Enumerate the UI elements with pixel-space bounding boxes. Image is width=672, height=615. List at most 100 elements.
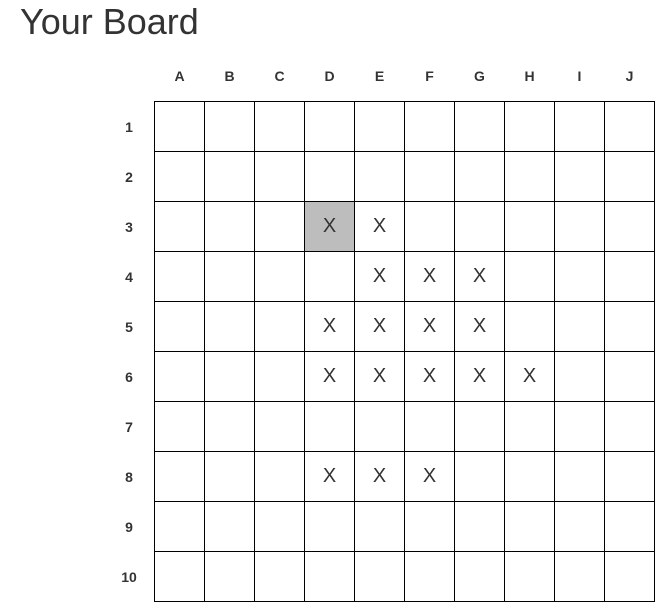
board-cell-c1[interactable] [254, 101, 305, 152]
board-cell-d1[interactable] [304, 101, 355, 152]
board-cell-c3[interactable] [254, 201, 305, 252]
board-cell-d6[interactable]: X [304, 351, 355, 402]
board-cell-a9[interactable] [154, 501, 205, 552]
board-cell-f9[interactable] [404, 501, 455, 552]
board-cell-b10[interactable] [204, 551, 255, 602]
board-cell-i8[interactable] [554, 451, 605, 502]
board-cell-i6[interactable] [554, 351, 605, 402]
board-cell-i1[interactable] [554, 101, 605, 152]
board-cell-j4[interactable] [604, 251, 655, 302]
board-cell-i2[interactable] [554, 151, 605, 202]
board-cell-f4[interactable]: X [404, 251, 455, 302]
board-cell-f7[interactable] [404, 401, 455, 452]
board-cell-i7[interactable] [554, 401, 605, 452]
board-cell-d8[interactable]: X [304, 451, 355, 502]
board-cell-g1[interactable] [454, 101, 505, 152]
board-cell-j5[interactable] [604, 301, 655, 352]
board-cell-b8[interactable] [204, 451, 255, 502]
board-cell-b6[interactable] [204, 351, 255, 402]
board-cell-c2[interactable] [254, 151, 305, 202]
board-cell-a3[interactable] [154, 201, 205, 252]
board-cell-g10[interactable] [454, 551, 505, 602]
board-cell-d10[interactable] [304, 551, 355, 602]
board-cell-f6[interactable]: X [404, 351, 455, 402]
board-cell-d3[interactable]: X [304, 201, 355, 252]
board-cell-i9[interactable] [554, 501, 605, 552]
board-cell-d7[interactable] [304, 401, 355, 452]
board-cell-h8[interactable] [504, 451, 555, 502]
board-cell-f2[interactable] [404, 151, 455, 202]
board-cell-j9[interactable] [604, 501, 655, 552]
board-cell-d9[interactable] [304, 501, 355, 552]
board-cell-c9[interactable] [254, 501, 305, 552]
board-cell-e7[interactable] [354, 401, 405, 452]
board-cell-g5[interactable]: X [454, 301, 505, 352]
board-cell-f8[interactable]: X [404, 451, 455, 502]
board-cell-e6[interactable]: X [354, 351, 405, 402]
board-cell-c6[interactable] [254, 351, 305, 402]
board-cell-g8[interactable] [454, 451, 505, 502]
board-cell-i4[interactable] [554, 251, 605, 302]
board-cell-f5[interactable]: X [404, 301, 455, 352]
board-cell-a6[interactable] [154, 351, 205, 402]
board-cell-h3[interactable] [504, 201, 555, 252]
board-cell-a8[interactable] [154, 451, 205, 502]
board-cell-h4[interactable] [504, 251, 555, 302]
board-cell-g4[interactable]: X [454, 251, 505, 302]
board-cell-b5[interactable] [204, 301, 255, 352]
board-cell-b1[interactable] [204, 101, 255, 152]
board-cell-g6[interactable]: X [454, 351, 505, 402]
board-cell-j10[interactable] [604, 551, 655, 602]
board-cell-j6[interactable] [604, 351, 655, 402]
board-cell-f10[interactable] [404, 551, 455, 602]
board-cell-e8[interactable]: X [354, 451, 405, 502]
board-cell-h2[interactable] [504, 151, 555, 202]
board-cell-h5[interactable] [504, 301, 555, 352]
board-cell-j3[interactable] [604, 201, 655, 252]
board-cell-h7[interactable] [504, 401, 555, 452]
board-cell-c4[interactable] [254, 251, 305, 302]
board-cell-f3[interactable] [404, 201, 455, 252]
board-cell-e9[interactable] [354, 501, 405, 552]
board-cell-g2[interactable] [454, 151, 505, 202]
board-cell-i3[interactable] [554, 201, 605, 252]
board-cell-d2[interactable] [304, 151, 355, 202]
board-cell-c8[interactable] [254, 451, 305, 502]
board-cell-b2[interactable] [204, 151, 255, 202]
board-cell-b9[interactable] [204, 501, 255, 552]
board-cell-g7[interactable] [454, 401, 505, 452]
board-cell-h1[interactable] [504, 101, 555, 152]
board-cell-a5[interactable] [154, 301, 205, 352]
board-cell-c10[interactable] [254, 551, 305, 602]
board-cell-d4[interactable] [304, 251, 355, 302]
board-cell-c7[interactable] [254, 401, 305, 452]
board-cell-g9[interactable] [454, 501, 505, 552]
board-cell-b4[interactable] [204, 251, 255, 302]
board-cell-b3[interactable] [204, 201, 255, 252]
board-cell-h9[interactable] [504, 501, 555, 552]
board-cell-j7[interactable] [604, 401, 655, 452]
board-cell-j2[interactable] [604, 151, 655, 202]
board-cell-e4[interactable]: X [354, 251, 405, 302]
board-cell-c5[interactable] [254, 301, 305, 352]
board-cell-j1[interactable] [604, 101, 655, 152]
board-cell-e2[interactable] [354, 151, 405, 202]
board-cell-h10[interactable] [504, 551, 555, 602]
board-cell-f1[interactable] [404, 101, 455, 152]
board-cell-a2[interactable] [154, 151, 205, 202]
board-cell-j8[interactable] [604, 451, 655, 502]
board-cell-e3[interactable]: X [354, 201, 405, 252]
board-cell-b7[interactable] [204, 401, 255, 452]
board-cell-e10[interactable] [354, 551, 405, 602]
board-cell-i5[interactable] [554, 301, 605, 352]
board-cell-e5[interactable]: X [354, 301, 405, 352]
board-cell-e1[interactable] [354, 101, 405, 152]
board-cell-d5[interactable]: X [304, 301, 355, 352]
board-cell-a10[interactable] [154, 551, 205, 602]
board-cell-a4[interactable] [154, 251, 205, 302]
board-cell-a1[interactable] [154, 101, 205, 152]
board-cell-h6[interactable]: X [504, 351, 555, 402]
board-cell-i10[interactable] [554, 551, 605, 602]
board-cell-g3[interactable] [454, 201, 505, 252]
board-cell-a7[interactable] [154, 401, 205, 452]
